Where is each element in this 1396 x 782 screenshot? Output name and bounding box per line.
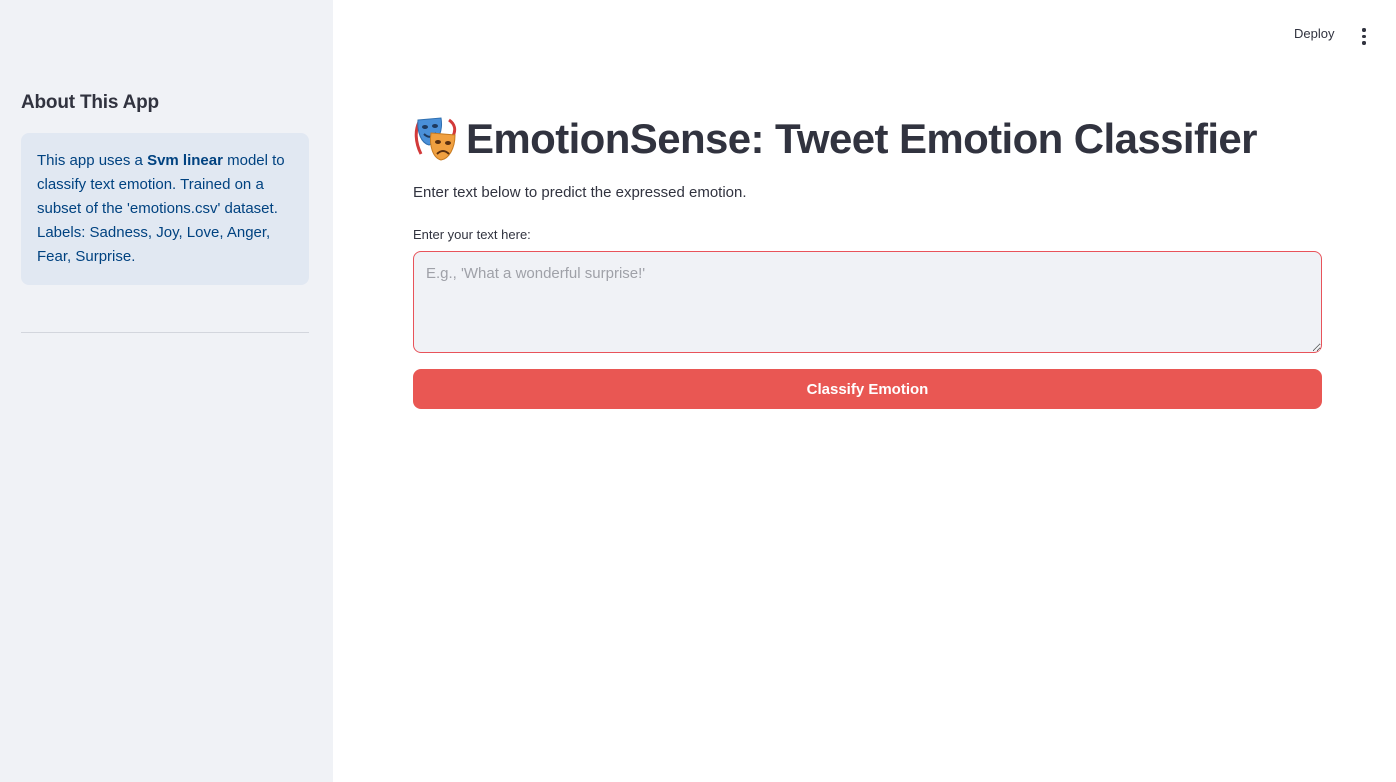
sidebar-heading: About This App bbox=[21, 92, 159, 113]
app-root: About This App This app uses a Svm linea… bbox=[0, 0, 1396, 782]
text-input-label: Enter your text here: bbox=[413, 227, 531, 242]
title-row: EmotionSense: Tweet Emotion Classifier bbox=[413, 112, 1258, 166]
info-model-name: Svm linear bbox=[147, 152, 223, 169]
deploy-button[interactable]: Deploy bbox=[1284, 20, 1344, 48]
classify-emotion-button[interactable]: Classify Emotion bbox=[413, 369, 1322, 409]
performing-arts-masks-icon bbox=[414, 117, 457, 161]
sidebar: About This App This app uses a Svm linea… bbox=[0, 0, 333, 782]
info-prefix: This app uses a bbox=[37, 152, 148, 169]
info-box: This app uses a Svm linear model to clas… bbox=[21, 133, 309, 285]
page-subtitle: Enter text below to predict the expresse… bbox=[413, 184, 747, 201]
more-vertical-icon[interactable] bbox=[1352, 20, 1376, 48]
page-title: EmotionSense: Tweet Emotion Classifier bbox=[466, 115, 1258, 162]
emotion-text-input[interactable] bbox=[413, 251, 1322, 353]
sidebar-divider bbox=[21, 332, 309, 333]
